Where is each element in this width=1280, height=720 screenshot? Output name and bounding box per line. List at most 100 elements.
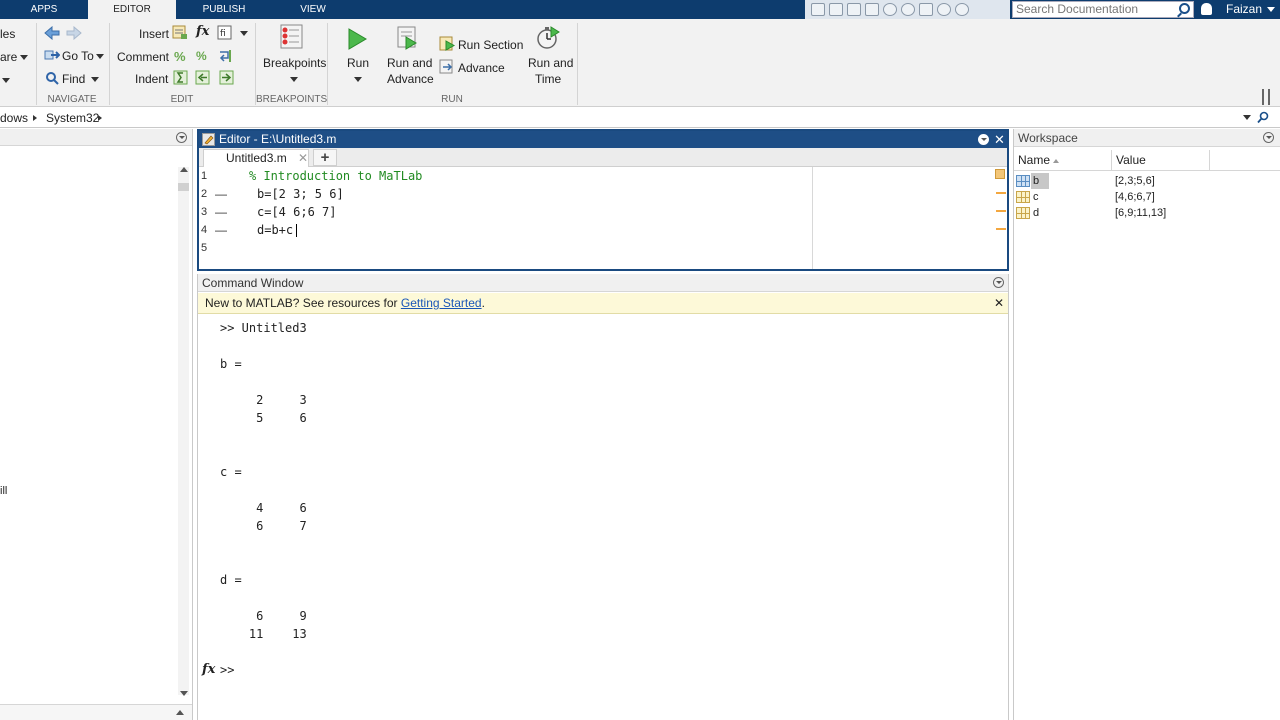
run-and-advance-icon[interactable] bbox=[396, 25, 420, 51]
forward-arrow-icon[interactable] bbox=[66, 26, 82, 40]
back-arrow-icon[interactable] bbox=[44, 26, 60, 40]
indent-button[interactable]: Indent bbox=[135, 72, 168, 86]
warning-marker[interactable] bbox=[996, 210, 1006, 212]
ribbon-file-partial-label-2[interactable]: are bbox=[0, 50, 17, 64]
chevron-down-icon[interactable] bbox=[20, 55, 28, 60]
command-prompt[interactable]: >> bbox=[220, 663, 234, 677]
scroll-up-icon[interactable] bbox=[180, 167, 188, 172]
code-text[interactable]: c=[4 6;6 7] bbox=[257, 203, 336, 221]
insert-section-icon[interactable] bbox=[172, 25, 188, 40]
chevron-down-icon[interactable] bbox=[955, 3, 969, 16]
bell-icon[interactable] bbox=[1201, 3, 1212, 15]
function-browser-icon[interactable]: fx bbox=[202, 662, 215, 677]
cut-icon[interactable] bbox=[829, 3, 843, 16]
folder-item-partial[interactable]: ill bbox=[0, 485, 7, 497]
add-tab-button[interactable]: + bbox=[313, 149, 337, 166]
paste-icon[interactable] bbox=[865, 3, 879, 16]
advance-button[interactable]: Advance bbox=[458, 61, 505, 75]
code-line[interactable]: 4 — d=b+c bbox=[199, 221, 799, 239]
close-tab-icon[interactable]: ✕ bbox=[298, 150, 308, 167]
run-section-button[interactable]: Run Section bbox=[458, 38, 523, 52]
user-account-menu[interactable]: Faizan bbox=[1226, 0, 1276, 19]
workspace-variable-row[interactable]: b [2,3;5,6] bbox=[1014, 173, 1280, 189]
close-icon[interactable]: ✕ bbox=[994, 133, 1005, 146]
run-section-icon[interactable] bbox=[439, 36, 456, 52]
save-icon[interactable] bbox=[811, 3, 825, 16]
breakpoint-marker[interactable]: — bbox=[215, 185, 227, 203]
getting-started-link[interactable]: Getting Started bbox=[401, 296, 482, 310]
search-documentation-input[interactable]: Search Documentation bbox=[1012, 1, 1194, 18]
scrollbar-thumb[interactable] bbox=[178, 183, 189, 191]
editor-tab-untitled3[interactable]: Untitled3.m ✕ bbox=[203, 149, 309, 167]
goto-icon[interactable] bbox=[44, 48, 60, 62]
decrease-indent-icon[interactable] bbox=[195, 70, 210, 85]
code-text[interactable]: d=b+c bbox=[257, 221, 293, 239]
breadcrumb-segment[interactable]: System32 bbox=[46, 108, 99, 128]
help-icon[interactable] bbox=[937, 3, 951, 16]
copy-icon[interactable] bbox=[847, 3, 861, 16]
insert-function-icon[interactable]: fx bbox=[196, 24, 209, 39]
code-line[interactable]: 2 — b=[2 3; 5 6] bbox=[199, 185, 799, 203]
chevron-down-icon[interactable] bbox=[290, 77, 298, 82]
insert-button[interactable]: Insert bbox=[139, 27, 169, 41]
breadcrumb-segment[interactable]: dows bbox=[0, 108, 28, 128]
undo-icon[interactable] bbox=[883, 3, 897, 16]
run-and-time-button-line1[interactable]: Run and bbox=[528, 56, 573, 70]
chevron-up-icon[interactable] bbox=[176, 710, 184, 715]
run-and-advance-button-line2[interactable]: Advance bbox=[387, 72, 434, 86]
breakpoints-button[interactable]: Breakpoints bbox=[263, 56, 326, 70]
find-button[interactable]: Find bbox=[62, 72, 99, 86]
run-and-time-icon[interactable] bbox=[536, 25, 560, 51]
code-line[interactable]: 1 % Introduction to MaTLab bbox=[199, 167, 799, 185]
panel-actions-icon[interactable] bbox=[176, 132, 187, 143]
tab-publish[interactable]: PUBLISH bbox=[176, 0, 272, 19]
chevron-down-icon[interactable] bbox=[354, 77, 362, 82]
command-window[interactable]: Command Window New to MATLAB? See resour… bbox=[197, 274, 1009, 720]
breakpoint-marker[interactable]: — bbox=[215, 221, 227, 239]
workspace-variable-row[interactable]: d [6,9;11,13] bbox=[1014, 205, 1280, 221]
chevron-down-icon[interactable] bbox=[2, 78, 10, 83]
close-notice-icon[interactable]: ✕ bbox=[994, 297, 1004, 310]
workspace-variable-row[interactable]: c [4,6;6,7] bbox=[1014, 189, 1280, 205]
ribbon-file-partial-label-1[interactable]: les bbox=[0, 27, 15, 41]
find-icon[interactable] bbox=[45, 71, 59, 85]
insert-code-icon[interactable]: fi bbox=[217, 25, 233, 40]
breakpoint-marker[interactable]: — bbox=[215, 203, 227, 221]
tab-editor[interactable]: EDITOR bbox=[88, 0, 176, 20]
code-line[interactable]: 3 — c=[4 6;6 7] bbox=[199, 203, 799, 221]
run-and-time-button-line2[interactable]: Time bbox=[535, 72, 561, 86]
goto-button[interactable]: Go To bbox=[62, 49, 104, 63]
tab-apps[interactable]: APPS bbox=[0, 0, 88, 19]
run-and-advance-button-line1[interactable]: Run and bbox=[387, 56, 432, 70]
redo-icon[interactable] bbox=[901, 3, 915, 16]
editor-actions-icon[interactable] bbox=[978, 134, 989, 145]
chevron-down-icon[interactable] bbox=[240, 31, 248, 36]
column-divider[interactable] bbox=[1111, 150, 1112, 171]
advance-icon[interactable] bbox=[439, 59, 456, 75]
breakpoints-icon[interactable] bbox=[280, 24, 304, 50]
smart-indent-icon[interactable] bbox=[173, 70, 188, 85]
warning-marker[interactable] bbox=[996, 192, 1006, 194]
increase-indent-icon[interactable] bbox=[219, 70, 234, 85]
switch-windows-icon[interactable] bbox=[919, 3, 933, 16]
column-header-name[interactable]: Name bbox=[1018, 150, 1060, 171]
current-folder-bar[interactable]: dows System32 bbox=[0, 108, 1280, 128]
column-divider[interactable] bbox=[1209, 150, 1210, 171]
comment-button[interactable]: Comment bbox=[117, 50, 169, 64]
scroll-down-icon[interactable] bbox=[180, 691, 188, 696]
code-line[interactable]: 5 bbox=[199, 239, 799, 257]
run-play-icon[interactable] bbox=[346, 27, 368, 51]
panel-actions-icon[interactable] bbox=[993, 277, 1004, 288]
vertical-scrollbar[interactable] bbox=[178, 167, 189, 695]
collapse-ribbon-icon[interactable] bbox=[1262, 89, 1270, 105]
column-header-value[interactable]: Value bbox=[1116, 150, 1146, 171]
wrap-comments-icon[interactable] bbox=[218, 48, 234, 63]
code-text[interactable]: b=[2 3; 5 6] bbox=[257, 185, 344, 203]
code-area[interactable]: 1 % Introduction to MaTLab 2 — b=[2 3; 5… bbox=[199, 167, 1007, 269]
panel-actions-icon[interactable] bbox=[1263, 132, 1274, 143]
search-icon[interactable] bbox=[1179, 3, 1190, 14]
uncomment-icon[interactable]: % bbox=[196, 49, 207, 63]
tab-view[interactable]: VIEW bbox=[272, 0, 354, 19]
search-folder-icon[interactable] bbox=[1257, 111, 1270, 124]
details-panel-header[interactable] bbox=[0, 704, 192, 720]
